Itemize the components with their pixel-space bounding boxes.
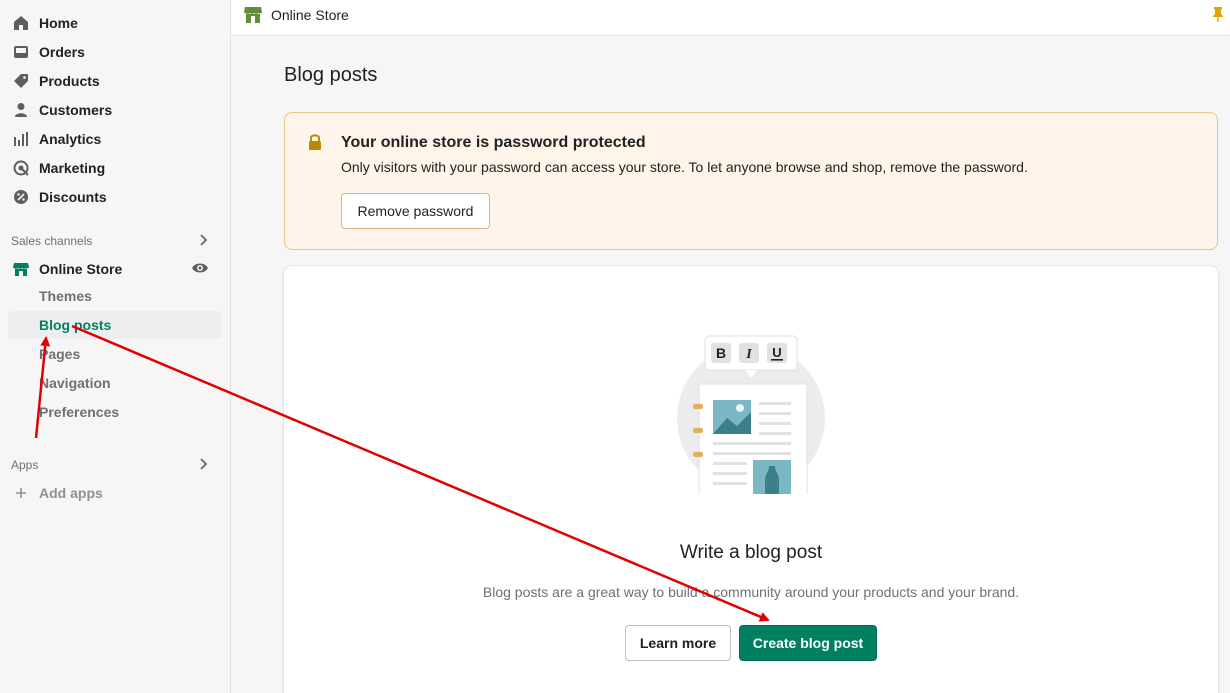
sidebar-item-analytics[interactable]: Analytics (0, 124, 231, 153)
store-icon (12, 260, 30, 278)
sidebar-subitem-pages[interactable]: Pages (8, 340, 222, 368)
sidebar-item-discounts[interactable]: Discounts (0, 182, 231, 211)
sidebar-item-label: Add apps (39, 484, 103, 501)
sidebar-subitem-label: Navigation (39, 375, 111, 391)
sidebar-item-label: Orders (39, 43, 85, 60)
password-protected-banner: Your online store is password protected … (284, 112, 1218, 250)
eye-icon[interactable] (191, 261, 209, 275)
sidebar-item-online-store[interactable]: Online Store (0, 254, 231, 283)
sidebar-item-add-apps[interactable]: Add apps (0, 478, 231, 507)
sidebar-subitem-label: Blog posts (39, 317, 112, 333)
sidebar-subitem-blog-posts[interactable]: Blog posts (8, 311, 222, 339)
target-icon (12, 159, 30, 177)
page-title: Blog posts (284, 64, 378, 86)
sidebar-item-label: Customers (39, 101, 113, 118)
sidebar-subitem-label: Themes (39, 288, 92, 304)
sidebar-item-label: Online Store (39, 260, 123, 277)
sidebar-item-products[interactable]: Products (0, 66, 231, 95)
plus-icon (12, 484, 30, 502)
discount-icon (12, 188, 30, 206)
remove-password-button[interactable]: Remove password (341, 193, 490, 229)
empty-state-text: Blog posts are a great way to build a co… (482, 584, 1020, 600)
sidebar-subitem-preferences[interactable]: Preferences (8, 398, 222, 426)
chevron-right-icon[interactable] (196, 457, 210, 471)
svg-text:B: B (716, 345, 726, 361)
home-icon (12, 14, 30, 32)
sidebar-item-customers[interactable]: Customers (0, 95, 231, 124)
sidebar-item-orders[interactable]: Orders (0, 37, 231, 66)
person-icon (12, 101, 30, 119)
create-blog-post-button[interactable]: Create blog post (739, 625, 877, 661)
svg-text:I: I (745, 347, 752, 362)
sidebar-item-label: Analytics (39, 130, 102, 147)
svg-text:U: U (772, 345, 781, 360)
pin-icon[interactable] (1212, 6, 1224, 22)
apps-title: Apps (11, 458, 39, 472)
sidebar-item-marketing[interactable]: Marketing (0, 153, 231, 182)
sidebar-item-label: Home (39, 14, 78, 31)
sidebar: Home Orders Products Customers Analytics… (0, 0, 231, 693)
banner-text: Only visitors with your password can acc… (341, 159, 1028, 175)
sidebar-subitem-label: Pages (39, 346, 81, 362)
sidebar-subitem-navigation[interactable]: Navigation (8, 369, 222, 397)
learn-more-button[interactable]: Learn more (625, 625, 731, 661)
sidebar-item-home[interactable]: Home (0, 8, 231, 37)
tag-icon (12, 72, 30, 90)
online-store-logo-icon (244, 7, 262, 23)
empty-state-card: B I U Write a blog post Blog posts are a… (284, 266, 1218, 693)
orders-icon (12, 43, 30, 61)
topbar-title: Online Store (271, 7, 349, 23)
topbar: Online Store (231, 0, 1230, 36)
sidebar-subitem-themes[interactable]: Themes (8, 282, 222, 310)
chevron-right-icon[interactable] (196, 233, 210, 247)
bar-chart-icon (12, 130, 30, 148)
banner-title: Your online store is password protected (341, 134, 646, 151)
sidebar-item-label: Marketing (39, 159, 106, 176)
sidebar-item-label: Products (39, 72, 100, 89)
blog-post-illustration: B I U (677, 335, 825, 494)
sidebar-item-label: Discounts (39, 188, 107, 205)
lock-icon (309, 134, 321, 150)
sidebar-subitem-label: Preferences (39, 404, 120, 420)
sales-channels-title: Sales channels (11, 234, 93, 248)
empty-state-title: Write a blog post (679, 542, 823, 563)
